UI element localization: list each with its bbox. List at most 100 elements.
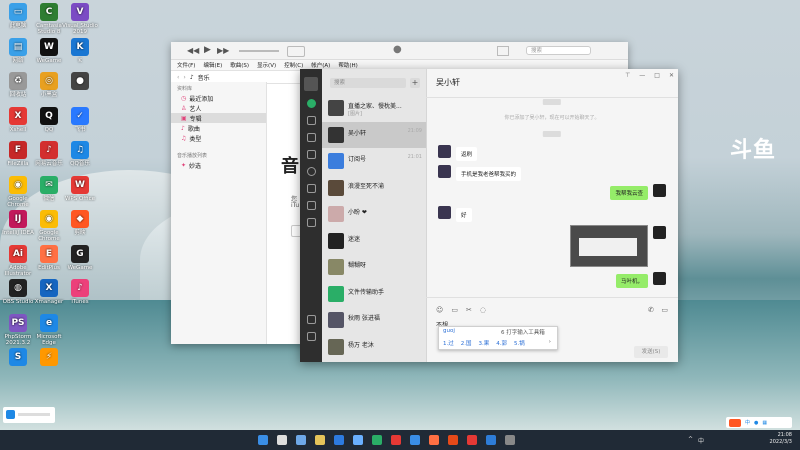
sidebar-item[interactable]: ◷ 最近添加 <box>171 93 266 103</box>
phone-icon[interactable] <box>306 315 316 324</box>
menu-item[interactable]: 文件(F) <box>177 61 195 69</box>
menu-item[interactable]: 帐户(A) <box>311 61 330 69</box>
chat-list-item[interactable]: 秋雨 张进福 <box>322 307 426 333</box>
folder-icon[interactable] <box>306 150 316 159</box>
sidebar-item[interactable]: ▣ 专辑 <box>171 113 266 123</box>
ime-candidate[interactable]: 2.国 <box>461 339 472 347</box>
chat-list-item[interactable]: 订阅号 21:01 <box>322 148 426 174</box>
contacts-icon[interactable] <box>306 116 316 125</box>
collections-icon[interactable] <box>306 133 316 142</box>
chat-list-item[interactable]: 迷迷 <box>322 228 426 254</box>
airplay-button[interactable] <box>287 46 305 57</box>
menu-item[interactable]: 歌曲(S) <box>230 61 249 69</box>
menu-icon[interactable] <box>306 332 316 341</box>
video-call-icon[interactable]: ▭ <box>661 306 668 314</box>
ime-candidate[interactable]: 1.过 <box>443 339 454 347</box>
ime-candidate-window[interactable]: guoj 6 打字输入工具箱 1.过 2.国 3.果 4.郭 5.锅 › <box>438 326 558 350</box>
contact-avatar[interactable] <box>438 206 451 219</box>
list-view-button[interactable] <box>497 46 509 56</box>
my-avatar[interactable] <box>304 77 318 91</box>
media-type-dropdown[interactable]: 音乐 <box>198 73 210 82</box>
itunes-search-input[interactable]: 搜索 <box>526 46 591 55</box>
contact-avatar[interactable] <box>438 165 451 178</box>
desktop-widget[interactable] <box>3 407 55 423</box>
my-avatar-chat[interactable] <box>653 184 666 197</box>
desktop-icon[interactable]: W WPS Office <box>62 175 98 202</box>
chat-list-item[interactable]: 杨万 老沐 <box>322 334 426 360</box>
ime-candidate[interactable]: 4.郭 <box>496 339 507 347</box>
sublime-icon[interactable] <box>448 435 458 445</box>
file-icon[interactable]: ▭ <box>451 306 458 314</box>
wechat-taskbar-icon[interactable] <box>372 435 382 445</box>
phpstorm-icon[interactable] <box>486 435 496 445</box>
forward-nav-icon[interactable]: › <box>183 74 185 81</box>
menu-item[interactable]: 帮助(H) <box>338 61 357 69</box>
microphone-icon[interactable]: ● <box>754 420 758 426</box>
pin-icon[interactable]: ⊤ <box>625 72 630 79</box>
screenshot-icon[interactable]: ✂ <box>466 306 472 314</box>
search-network-icon[interactable] <box>306 201 316 210</box>
file-explorer-icon[interactable] <box>315 435 325 445</box>
add-chat-button[interactable]: + <box>410 78 420 88</box>
desktop-icon[interactable]: G WeGame <box>62 244 98 271</box>
minimize-icon[interactable]: — <box>639 72 645 79</box>
ime-more-arrow[interactable]: › <box>549 339 551 345</box>
desktop-icon[interactable]: ♪ iTunes <box>62 279 98 305</box>
menu-item[interactable]: 控制(C) <box>284 61 303 69</box>
netease-music-icon[interactable] <box>391 435 401 445</box>
sidebar-item[interactable]: ♫ 类型 <box>171 133 266 143</box>
wechat-window[interactable]: 搜索 + 直播之家、慢枕美... [图片] 吴小轩 21:09 订阅号 21:01 浪漫至死… <box>300 69 678 362</box>
play-icon[interactable]: ▶ <box>204 45 211 55</box>
image-message[interactable] <box>570 225 648 267</box>
search-icon[interactable] <box>277 435 287 445</box>
moments-icon[interactable] <box>306 167 316 176</box>
wechat-search-input[interactable]: 搜索 <box>330 78 406 88</box>
chrome-icon[interactable] <box>467 435 477 445</box>
rewind-icon[interactable]: ◀◀ <box>187 46 199 55</box>
ime-candidate[interactable]: 5.锅 <box>514 339 525 347</box>
close-icon[interactable]: ✕ <box>669 72 674 79</box>
contact-avatar[interactable] <box>438 145 451 158</box>
chat-list-item[interactable]: 吴小轩 21:09 <box>322 121 426 148</box>
chat-history-icon[interactable]: ◌ <box>480 306 486 314</box>
maximize-icon[interactable]: □ <box>654 72 660 79</box>
desktop-icon[interactable]: V Visual Studio 2019 <box>62 3 98 35</box>
volume-slider[interactable] <box>239 50 279 52</box>
chat-list-item[interactable]: 直播之家、慢枕美... [图片] <box>322 95 426 121</box>
ime-candidate[interactable]: 3.果 <box>479 339 490 347</box>
clock[interactable]: 21:08 2022/3/3 <box>770 432 792 446</box>
desktop-icon[interactable]: ● <box>62 72 98 92</box>
emoji-icon[interactable]: ☺ <box>436 306 443 314</box>
vscode-icon[interactable] <box>353 435 363 445</box>
chat-list-item[interactable]: 文件传输助手 <box>322 281 426 307</box>
chat-list-item[interactable]: 糊糊呀 <box>322 254 426 280</box>
chat-list-item[interactable]: 小盼 ❤ <box>322 201 426 227</box>
edge-icon[interactable] <box>410 435 420 445</box>
voice-call-icon[interactable]: ✆ <box>648 306 654 314</box>
keyboard-icon[interactable]: ▦ <box>762 420 767 426</box>
wps-icon[interactable] <box>429 435 439 445</box>
chat-icon[interactable] <box>306 99 316 108</box>
sidebar-item[interactable]: ♪ 歌曲 <box>171 123 266 133</box>
menu-item[interactable]: 编辑(E) <box>203 61 222 69</box>
playlist-item[interactable]: ✦ 妙选 <box>171 160 266 170</box>
chevron-up-icon[interactable]: ^ <box>688 436 693 445</box>
channels-icon[interactable] <box>306 184 316 193</box>
feishu-icon[interactable] <box>334 435 344 445</box>
my-avatar-chat[interactable] <box>653 272 666 285</box>
sidebar-item[interactable]: ♙ 艺人 <box>171 103 266 113</box>
send-button[interactable]: 发送(S) <box>634 346 668 358</box>
menu-item[interactable]: 显示(V) <box>257 61 276 69</box>
mini-program-icon[interactable] <box>306 218 316 227</box>
itunes-taskbar-icon[interactable] <box>505 435 515 445</box>
chat-list-item[interactable]: 浪漫至死不渝 <box>322 175 426 201</box>
sogou-ime-icon[interactable] <box>729 418 741 427</box>
back-icon[interactable]: ‹ <box>177 74 179 81</box>
desktop-icon[interactable]: KK <box>62 37 98 64</box>
task-view-icon[interactable] <box>296 435 306 445</box>
ime-mode-icon[interactable]: 中 <box>745 419 750 426</box>
my-avatar-chat[interactable] <box>653 226 666 239</box>
desktop-icon[interactable]: ✓ 飞书 <box>62 106 98 133</box>
desktop-icon[interactable]: ⚡ <box>31 348 67 368</box>
start-icon[interactable] <box>258 435 268 445</box>
